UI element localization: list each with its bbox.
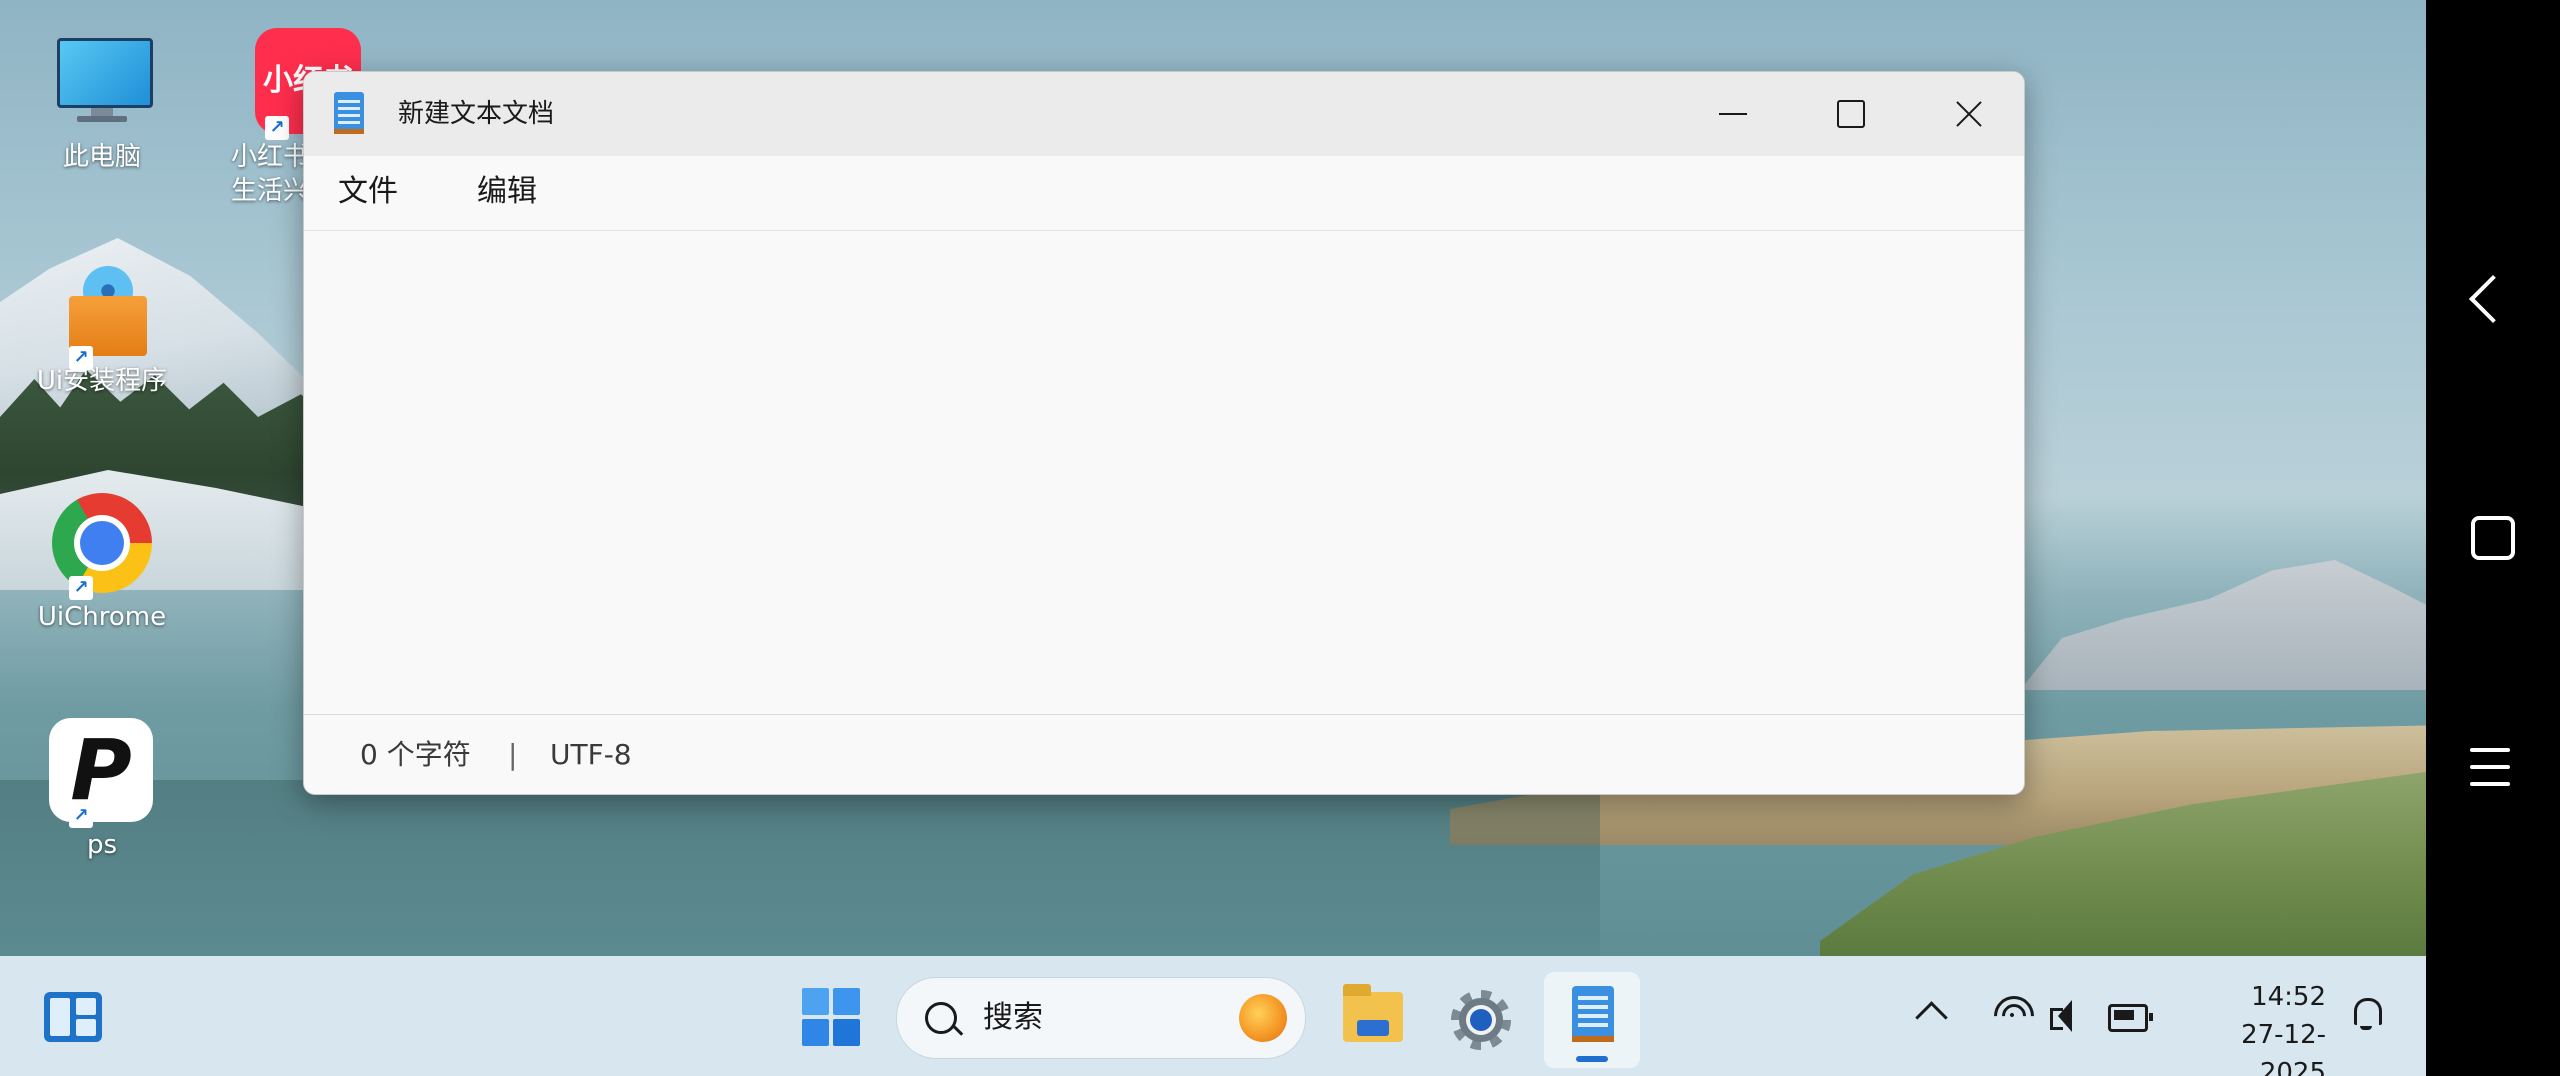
- desktop-icon-ps[interactable]: P ↗ ps: [27, 716, 177, 862]
- taskbar-settings[interactable]: [1433, 972, 1529, 1068]
- wifi-icon[interactable]: [1994, 996, 2034, 1026]
- taskbar-file-explorer[interactable]: [1323, 972, 1419, 1068]
- window-title: 新建文本文档: [398, 99, 555, 129]
- shortcut-arrow-icon: ↗: [69, 576, 93, 600]
- taskbar-notepad[interactable]: [1544, 972, 1640, 1068]
- clock[interactable]: 14:52 27-12-2025: [2176, 978, 2326, 1076]
- desktop-icon-installer[interactable]: ↗ Ui安装程序: [27, 258, 177, 398]
- text-editor[interactable]: [304, 230, 2024, 715]
- maximize-icon: [1837, 100, 1865, 128]
- running-indicator: [1576, 1056, 1608, 1062]
- notepad-window[interactable]: 新建文本文档 文件 编辑 0 个字符 | UTF-8: [303, 71, 2025, 795]
- notepad-icon: [1572, 986, 1614, 1042]
- shortcut-arrow-icon: ↗: [69, 346, 93, 370]
- menu-file[interactable]: 文件: [338, 172, 398, 212]
- status-bar: 0 个字符 | UTF-8: [304, 714, 2024, 794]
- shortcut-arrow-icon: ↗: [69, 804, 93, 828]
- search-icon: [925, 1002, 957, 1034]
- widgets-icon[interactable]: [44, 992, 102, 1042]
- search-placeholder: 搜索: [983, 1000, 1043, 1035]
- maximize-button[interactable]: [1792, 72, 1910, 156]
- desktop-icon-label: Ui安装程序: [36, 366, 168, 396]
- chrome-icon: ↗: [47, 488, 157, 600]
- menu-icon[interactable]: [2470, 748, 2510, 786]
- desktop-icon-chrome[interactable]: ↗ UiChrome: [27, 488, 177, 634]
- desktop-icon-label: ps: [86, 830, 118, 860]
- search-box[interactable]: 搜索: [896, 977, 1306, 1059]
- clock-time: 14:52: [2251, 982, 2326, 1012]
- menu-edit[interactable]: 编辑: [477, 172, 537, 212]
- menu-bar: 文件 编辑: [304, 156, 2024, 230]
- desktop-icon-this-pc[interactable]: 此电脑: [27, 28, 177, 174]
- home-icon[interactable]: [2471, 516, 2515, 560]
- this-pc-icon: [47, 28, 157, 138]
- volume-icon[interactable]: [2050, 1000, 2086, 1034]
- shortcut-arrow-icon: ↗: [265, 116, 289, 140]
- settings-icon: [1451, 990, 1511, 1050]
- back-icon[interactable]: [2468, 274, 2518, 324]
- installer-icon: ↗: [47, 258, 157, 370]
- close-button[interactable]: [1910, 72, 2024, 156]
- wallpaper-mountain-right: [2020, 560, 2426, 690]
- close-icon: [1954, 99, 1984, 129]
- minimize-button[interactable]: [1674, 72, 1792, 156]
- start-icon[interactable]: [802, 988, 860, 1046]
- clock-date: 27-12-2025: [2241, 1020, 2326, 1076]
- screen: 此电脑 小红书 ↗ 小红书 生活兴 ↗ Ui安装程序 ↗: [0, 0, 2560, 1076]
- desktop-icon-label: 此电脑: [62, 142, 141, 172]
- notification-bell-icon[interactable]: [2350, 996, 2382, 1030]
- battery-icon[interactable]: [2108, 1004, 2153, 1032]
- encoding[interactable]: UTF-8: [550, 715, 632, 794]
- search-highlight-icon: [1239, 994, 1287, 1042]
- char-count: 0 个字符: [360, 738, 471, 771]
- desktop-icon-label: UiChrome: [37, 602, 167, 632]
- status-separator: |: [508, 738, 518, 771]
- notepad-icon: [334, 92, 364, 134]
- minimize-icon: [1719, 113, 1747, 115]
- ps-icon: P ↗: [47, 716, 157, 828]
- system-nav-bar: [2426, 0, 2560, 1076]
- wallpaper-water: [0, 780, 1600, 956]
- file-explorer-icon: [1343, 984, 1403, 1042]
- title-bar[interactable]: 新建文本文档: [304, 72, 2024, 156]
